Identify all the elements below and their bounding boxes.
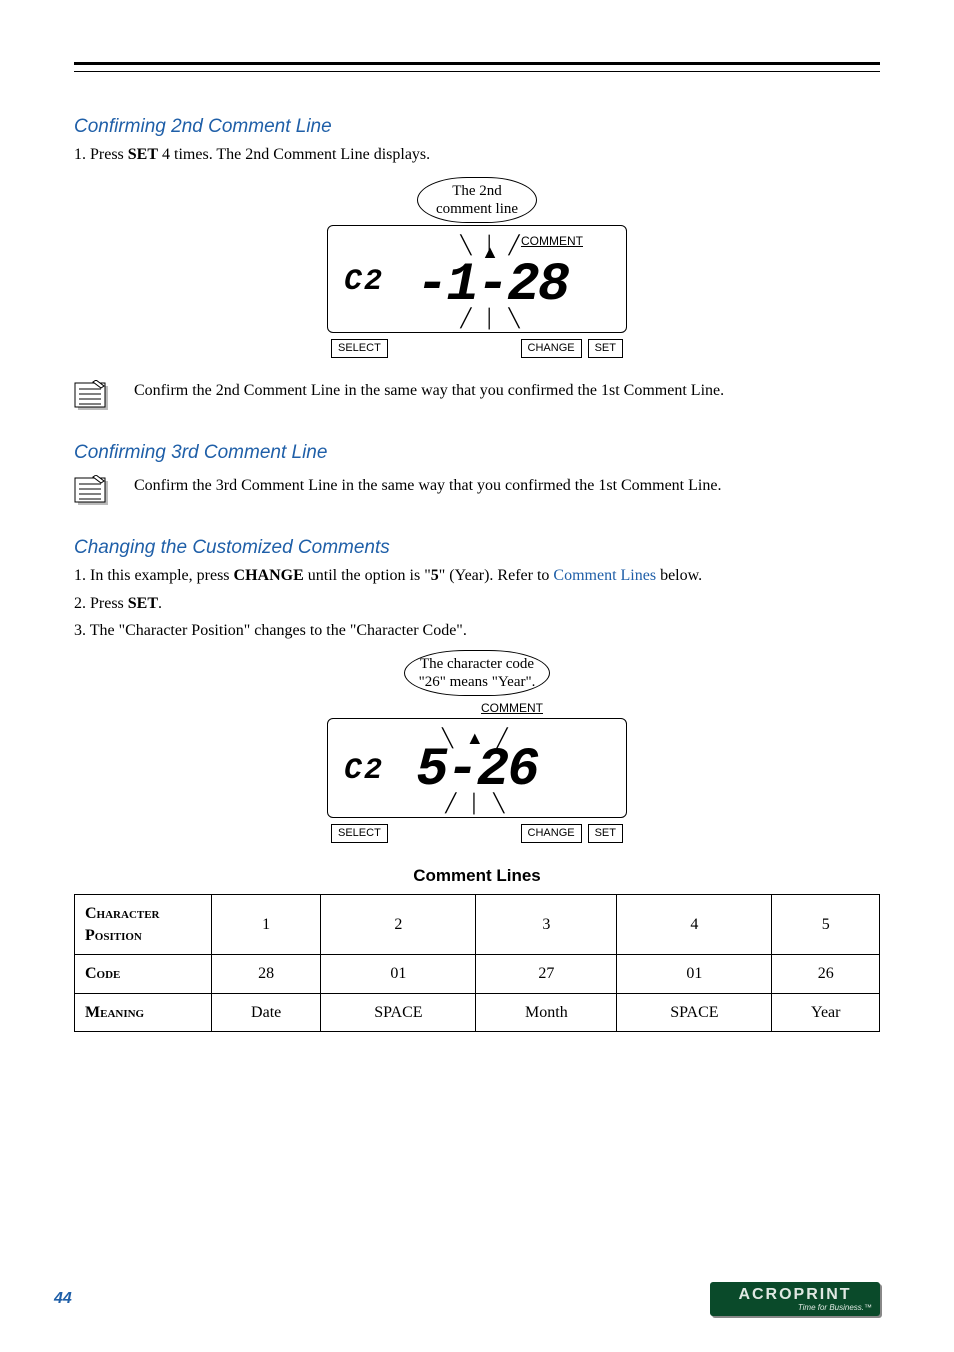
step-3-char-pos: 3. The "Character Position" changes to t… [74,620,880,642]
step-1-press-set: 1. Press SET 4 times. The 2nd Comment Li… [74,144,880,166]
button-row: SELECT CHANGE SET [327,824,627,843]
comment-lines-table: Character Position 1 2 3 4 5 Code 28 01 … [74,894,880,1032]
heading-confirm-2nd: Confirming 2nd Comment Line [74,114,880,140]
brand-tagline: Time for Business.™ [798,1303,872,1314]
text: . [158,595,162,612]
brand-logo: ACROPRINT Time for Business.™ [710,1282,880,1316]
table-row: Character Position 1 2 3 4 5 [75,895,880,955]
cell: 2 [321,895,476,955]
cell: 01 [617,955,772,994]
text: until the option is " [304,567,431,584]
note-2nd: Confirm the 2nd Comment Line in the same… [74,380,880,414]
set-button[interactable]: SET [588,339,623,358]
text: 4 times. The 2nd Comment Line displays. [158,146,430,163]
select-button[interactable]: SELECT [331,824,388,843]
comment-label: COMMENT [397,700,627,716]
cell: Month [476,993,617,1032]
cell: Date [212,993,321,1032]
cell: 26 [772,955,880,994]
row-header-meaning: Meaning [75,993,212,1032]
step-1-change: 1. In this example, press CHANGE until t… [74,565,880,587]
cell: 27 [476,955,617,994]
lcd-big: 5-26 [416,744,538,798]
callout-line2: "26" means "Year". [419,674,536,690]
callout-line2: comment line [436,201,518,217]
change-button[interactable]: CHANGE [521,824,582,843]
cell: 28 [212,955,321,994]
page: Confirming 2nd Comment Line 1. Press SET… [0,0,954,1352]
change-keyword: CHANGE [234,567,304,584]
cell: SPACE [617,993,772,1032]
lcd-small: C2 [344,751,398,792]
text: 2. Press [74,595,128,612]
text: " (Year). Refer to [439,567,554,584]
set-keyword: SET [128,146,158,163]
top-rule-thick [74,62,880,65]
text: 1. Press [74,146,128,163]
cell: Year [772,993,880,1032]
cell: 4 [617,895,772,955]
row-header-code: Code [75,955,212,994]
tick-bottom-icon: ╱ │ ╲ [416,315,568,322]
lcd-frame: C2 ╲ │ ╱▲ -1-28 ╱ │ ╲ [327,225,627,333]
lcd-small: C2 [344,262,398,303]
lcd-big: -1-28 [416,259,568,313]
table-row: Code 28 01 27 01 26 [75,955,880,994]
callout-bubble: The character code "26" means "Year". [404,650,551,696]
note-text: Confirm the 3rd Comment Line in the same… [134,475,880,497]
note-3rd: Confirm the 3rd Comment Line in the same… [74,475,880,509]
lcd-big-wrap: ╲ │ ╱▲ -1-28 ╱ │ ╲ [416,242,568,322]
top-rule-thin [74,71,880,72]
comment-lines-link[interactable]: Comment Lines [553,567,656,584]
lcd-frame: C2 ╲ ▲ ╱ 5-26 ╱ │ ╲ [327,718,627,818]
change-button[interactable]: CHANGE [521,339,582,358]
text: 1. In this example, press [74,567,234,584]
cell: 3 [476,895,617,955]
five-keyword: 5 [431,567,439,584]
diagram-char-code: The character code "26" means "Year". CO… [327,650,627,843]
diagram-2nd-comment: The 2nd comment line COMMENT C2 ╲ │ ╱▲ -… [327,177,627,357]
lcd-big-wrap: ╲ ▲ ╱ 5-26 ╱ │ ╲ [416,735,538,807]
set-keyword: SET [128,595,158,612]
select-button[interactable]: SELECT [331,339,388,358]
set-button[interactable]: SET [588,824,623,843]
callout-bubble: The 2nd comment line [417,177,537,223]
cell: SPACE [321,993,476,1032]
callout-line1: The 2nd [452,183,502,199]
note-icon [74,380,116,414]
callout-line1: The character code [420,656,534,672]
heading-confirm-3rd: Confirming 3rd Comment Line [74,440,880,466]
table-row: Meaning Date SPACE Month SPACE Year [75,993,880,1032]
step-2-press-set: 2. Press SET. [74,593,880,615]
row-header-charpos: Character Position [75,895,212,955]
cell: 5 [772,895,880,955]
table-title: Comment Lines [74,865,880,888]
cell: 01 [321,955,476,994]
text: below. [656,567,702,584]
note-icon [74,475,116,509]
page-number: 44 [54,1288,72,1310]
cell: 1 [212,895,321,955]
note-text: Confirm the 2nd Comment Line in the same… [134,380,880,402]
brand-name: ACROPRINT [738,1287,851,1303]
button-row: SELECT CHANGE SET [327,339,627,358]
heading-changing-comments: Changing the Customized Comments [74,535,880,561]
tick-bottom-icon: ╱ │ ╲ [416,800,538,807]
